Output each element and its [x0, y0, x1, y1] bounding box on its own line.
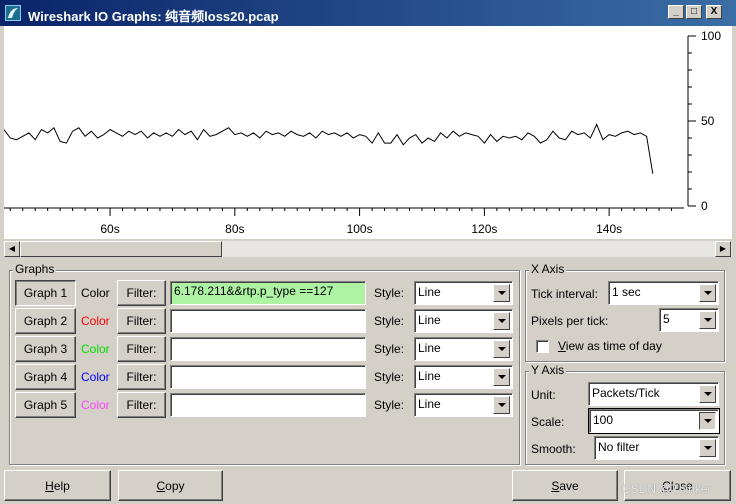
graph-4-filter-button[interactable]: Filter: [117, 364, 166, 390]
graph-5-toggle-button[interactable]: Graph 5 [15, 392, 76, 418]
graph-4-style-label: Style: [374, 370, 405, 384]
window-title: Wireshark IO Graphs: 纯音频loss20.pcap [28, 9, 279, 24]
graph-2-filter-button[interactable]: Filter: [117, 308, 166, 334]
graph-3-style-value: Line [418, 341, 441, 355]
x-axis-group-title: X Axis [529, 262, 567, 276]
graph-5-style-select[interactable]: Line [414, 393, 513, 417]
graph-2-color-label[interactable]: Color [81, 314, 110, 328]
x-tick-label: 120s [471, 222, 497, 236]
graph-1-filter-input[interactable]: 6.178.211&&rtp.p_type ==127 [170, 281, 366, 305]
io-graph-chart: 60s 80s 100s 120s 140s 100 50 0 [4, 29, 721, 236]
chevron-down-icon[interactable] [699, 311, 716, 329]
save-button[interactable]: Save [512, 470, 618, 501]
graph-5-style-value: Line [418, 397, 441, 411]
tick-interval-label: Tick interval: [531, 287, 598, 301]
graph-1-style-select[interactable]: Line [414, 281, 513, 305]
graph-4-filter-input[interactable] [170, 365, 366, 389]
chevron-down-icon[interactable] [493, 312, 510, 330]
x-tick-label: 100s [347, 222, 373, 236]
unit-label: Unit: [531, 388, 556, 402]
graph-horizontal-scrollbar[interactable]: ◀ ▶ [4, 240, 732, 257]
chevron-down-icon[interactable] [699, 439, 716, 457]
graph-5-filter-button[interactable]: Filter: [117, 392, 166, 418]
graph-1-toggle-button[interactable]: Graph 1 [15, 280, 76, 306]
unit-value: Packets/Tick [592, 386, 660, 400]
pixels-per-tick-value: 5 [663, 312, 670, 326]
chevron-down-icon[interactable] [699, 385, 716, 403]
graph-1-color-label[interactable]: Color [81, 286, 110, 300]
graph-2-style-select[interactable]: Line [414, 309, 513, 333]
y-tick-label: 0 [701, 199, 708, 213]
tick-interval-select[interactable]: 1 sec [608, 281, 719, 305]
graph-4-style-value: Line [418, 369, 441, 383]
graph-2-filter-input[interactable] [170, 309, 366, 333]
y-tick-label: 50 [701, 114, 715, 128]
scale-select[interactable]: 100 [588, 408, 720, 434]
y-axis-group-title: Y Axis [529, 363, 567, 377]
tick-interval-value: 1 sec [612, 285, 641, 299]
x-tick-label: 80s [225, 222, 244, 236]
scroll-left-arrow-icon[interactable]: ◀ [4, 241, 20, 257]
help-button[interactable]: Help [4, 470, 111, 501]
graph-3-color-label[interactable]: Color [81, 342, 110, 356]
graph-4-toggle-button[interactable]: Graph 4 [15, 364, 76, 390]
copy-button[interactable]: Copy [118, 470, 223, 501]
y-tick-label: 100 [701, 29, 721, 43]
smooth-value: No filter [598, 440, 640, 454]
graph-4-style-select[interactable]: Line [414, 365, 513, 389]
graphs-group-title: Graphs [13, 262, 57, 276]
io-graph-canvas[interactable]: 60s 80s 100s 120s 140s 100 50 0 [4, 26, 732, 239]
pixels-per-tick-label: Pixels per tick: [531, 314, 609, 328]
graph-5-style-label: Style: [374, 398, 405, 412]
chevron-down-icon[interactable] [493, 340, 510, 358]
x-tick-label: 60s [100, 222, 119, 236]
watermark-text: CSDN @Thinker [622, 482, 712, 496]
x-tick-label: 140s [596, 222, 622, 236]
graph-2-style-label: Style: [374, 314, 405, 328]
smooth-select[interactable]: No filter [594, 436, 719, 460]
wireshark-fin-icon [5, 5, 21, 21]
graph-4-color-label[interactable]: Color [81, 370, 110, 384]
graph-3-filter-button[interactable]: Filter: [117, 336, 166, 362]
graph-3-filter-input[interactable] [170, 337, 366, 361]
title-bar[interactable]: Wireshark IO Graphs: 纯音频loss20.pcap _ □ … [0, 0, 736, 26]
smooth-label: Smooth: [531, 442, 576, 456]
scale-value: 100 [593, 413, 614, 427]
chevron-down-icon[interactable] [699, 412, 716, 430]
graph-5-color-label[interactable]: Color [81, 398, 110, 412]
view-time-of-day-checkbox[interactable] [536, 340, 549, 353]
scroll-right-arrow-icon[interactable]: ▶ [715, 241, 731, 257]
graph-3-toggle-button[interactable]: Graph 3 [15, 336, 76, 362]
series-line [4, 123, 654, 174]
chevron-down-icon[interactable] [699, 284, 716, 302]
view-time-of-day-label: View as time of day [558, 339, 662, 353]
scale-label: Scale: [531, 415, 565, 429]
graph-1-filter-button[interactable]: Filter: [117, 280, 166, 306]
chevron-down-icon[interactable] [493, 396, 510, 414]
unit-select[interactable]: Packets/Tick [588, 382, 719, 406]
graph-1-style-value: Line [418, 285, 441, 299]
minimize-button[interactable]: _ [668, 5, 684, 19]
graph-3-style-select[interactable]: Line [414, 337, 513, 361]
graph-1-style-label: Style: [374, 286, 405, 300]
close-window-button[interactable]: X [706, 5, 722, 19]
graph-2-style-value: Line [418, 313, 441, 327]
graph-2-toggle-button[interactable]: Graph 2 [15, 308, 76, 334]
scrollbar-thumb[interactable] [20, 241, 222, 257]
graph-3-style-label: Style: [374, 342, 405, 356]
chevron-down-icon[interactable] [493, 368, 510, 386]
maximize-button[interactable]: □ [686, 5, 702, 19]
chevron-down-icon[interactable] [493, 284, 510, 302]
graph-5-filter-input[interactable] [170, 393, 366, 417]
pixels-per-tick-select[interactable]: 5 [659, 308, 719, 332]
